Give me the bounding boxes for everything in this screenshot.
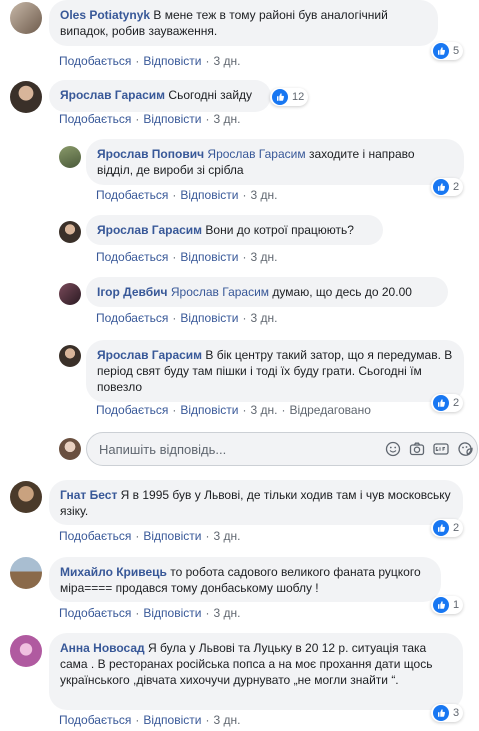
reply-mention[interactable]: Ярослав Гарасим [171, 285, 269, 299]
reply-link[interactable]: Відповісти [180, 188, 238, 202]
like-link[interactable]: Подобається [59, 54, 131, 68]
like-icon [272, 89, 288, 105]
reply-author[interactable]: Ігор Девбич [97, 285, 168, 299]
reaction-count[interactable]: 1 [431, 596, 464, 614]
like-link[interactable]: Подобається [96, 188, 168, 202]
reply-link[interactable]: Відповісти [143, 713, 201, 727]
comment-text: Сьогодні зайду [168, 88, 253, 102]
reaction-count[interactable]: 12 [270, 88, 309, 106]
comment-author[interactable]: Oles Potiatynyk [60, 8, 150, 22]
avatar[interactable] [59, 283, 81, 305]
reply-bubble: Ярослав Гарасим В бік центру такий затор… [86, 340, 464, 402]
reply-link[interactable]: Відповісти [143, 606, 201, 620]
comment-actions: Подобається · Відповісти · 3 дн. [59, 529, 241, 543]
reaction-count[interactable]: 5 [431, 42, 464, 60]
like-link[interactable]: Подобається [96, 250, 168, 264]
reply-bubble: Ігор Девбич Ярослав Гарасим думаю, що де… [86, 277, 448, 307]
avatar[interactable] [59, 221, 81, 243]
reply-time[interactable]: 3 дн. [250, 188, 277, 202]
current-user-avatar [59, 438, 81, 460]
reply-mention[interactable]: Ярослав Гарасим [207, 147, 305, 161]
avatar[interactable] [59, 146, 81, 168]
emoji-icon[interactable] [385, 441, 401, 457]
reply-bubble: Ярослав Гарасим Вони до котрої працюють? [86, 215, 383, 245]
like-icon [433, 395, 449, 411]
reply-author[interactable]: Ярослав Попович [97, 147, 204, 161]
edited-label[interactable]: Відредаговано [289, 403, 370, 417]
avatar[interactable] [10, 481, 42, 513]
like-link[interactable]: Подобається [96, 403, 168, 417]
reaction-count[interactable]: 3 [431, 704, 464, 722]
reply-time[interactable]: 3 дн. [250, 403, 277, 417]
camera-icon[interactable] [409, 441, 425, 457]
reaction-count[interactable]: 2 [431, 394, 464, 412]
like-link[interactable]: Подобається [59, 529, 131, 543]
reply-link[interactable]: Відповісти [143, 529, 201, 543]
comment-time[interactable]: 3 дн. [213, 713, 240, 727]
like-icon [433, 520, 449, 536]
avatar[interactable] [59, 345, 81, 367]
comment-bubble: Oles Potiatynyk В мене теж в тому районі… [49, 0, 438, 46]
comment-actions: Подобається · Відповісти · 3 дн. [59, 606, 241, 620]
avatar[interactable] [10, 81, 42, 113]
reply-link[interactable]: Відповісти [180, 250, 238, 264]
reply-input[interactable]: Напишіть відповідь... [86, 432, 478, 466]
reply-bubble: Ярослав Попович Ярослав Гарасим заходите… [86, 139, 464, 185]
reply-placeholder: Напишіть відповідь... [99, 442, 227, 457]
gif-icon[interactable] [433, 441, 449, 457]
comment-author[interactable]: Михайло Кривець [60, 565, 167, 579]
reply-actions: Подобається · Відповісти · 3 дн. [96, 311, 278, 325]
comment-time[interactable]: 3 дн. [213, 54, 240, 68]
comment-bubble: Гнат Бест Я в 1995 був у Львові, де тіль… [49, 480, 463, 525]
reply-author[interactable]: Ярослав Гарасим [97, 348, 202, 362]
like-link[interactable]: Подобається [59, 713, 131, 727]
avatar[interactable] [10, 2, 42, 34]
comment-author[interactable]: Ярослав Гарасим [60, 88, 165, 102]
comment-bubble: Анна Новосад Я була у Львові та Луцьку в… [49, 633, 463, 710]
like-icon [433, 179, 449, 195]
comment-time[interactable]: 3 дн. [213, 529, 240, 543]
reply-link[interactable]: Відповісти [143, 112, 201, 126]
reaction-count[interactable]: 2 [431, 519, 464, 537]
avatar[interactable] [10, 635, 42, 667]
like-link[interactable]: Подобається [59, 606, 131, 620]
comment-author[interactable]: Анна Новосад [60, 641, 145, 655]
reply-link[interactable]: Відповісти [180, 403, 238, 417]
like-icon [433, 597, 449, 613]
like-icon [433, 705, 449, 721]
comment-bubble: Ярослав Гарасим Сьогодні зайду [49, 80, 271, 112]
like-link[interactable]: Подобається [96, 311, 168, 325]
avatar[interactable] [10, 557, 42, 589]
reply-text: Вони до котрої працюють? [205, 223, 354, 237]
comment-actions: Подобається · Відповісти · 3 дн. [59, 54, 241, 68]
comment-time[interactable]: 3 дн. [213, 112, 240, 126]
sticker-icon[interactable] [457, 441, 473, 457]
comment-bubble: Михайло Кривець то робота садового велик… [49, 557, 441, 602]
like-icon [433, 43, 449, 59]
comment-actions: Подобається · Відповісти · 3 дн. [59, 112, 241, 126]
reply-time[interactable]: 3 дн. [250, 250, 277, 264]
reaction-count[interactable]: 2 [431, 178, 464, 196]
reply-actions: Подобається · Відповісти · 3 дн. [96, 188, 278, 202]
like-link[interactable]: Подобається [59, 112, 131, 126]
reply-link[interactable]: Відповісти [143, 54, 201, 68]
comment-actions: Подобається · Відповісти · 3 дн. [59, 713, 241, 727]
comment-text: Я в 1995 був у Львові, де тільки ходив т… [60, 488, 451, 518]
reply-link[interactable]: Відповісти [180, 311, 238, 325]
reply-author[interactable]: Ярослав Гарасим [97, 223, 202, 237]
reply-actions: Подобається · Відповісти · 3 дн. [96, 250, 278, 264]
reply-actions: Подобається · Відповісти · 3 дн. · Відредагова… [96, 403, 371, 417]
comment-time[interactable]: 3 дн. [213, 606, 240, 620]
reply-text: думаю, що десь до 20.00 [272, 285, 412, 299]
comment-author[interactable]: Гнат Бест [60, 488, 117, 502]
reply-time[interactable]: 3 дн. [250, 311, 277, 325]
